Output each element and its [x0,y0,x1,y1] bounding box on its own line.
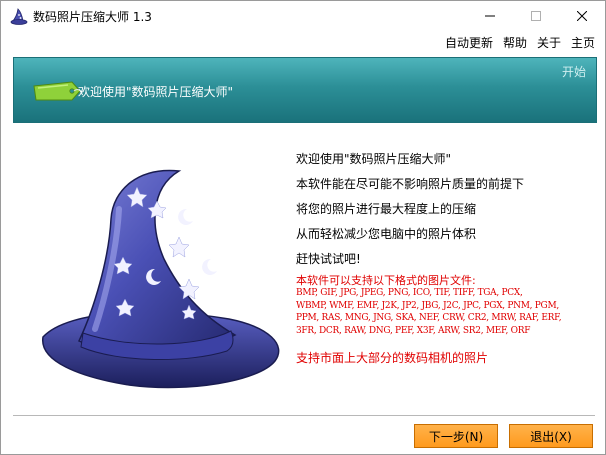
wizard-hat-icon [10,8,28,25]
menu-auto-update[interactable]: 自动更新 [445,34,493,52]
menu-help[interactable]: 帮助 [503,34,527,52]
price-tag-icon [33,81,84,101]
info-panel: 欢迎使用"数码照片压缩大师" 本软件能在尽可能不影响照片质量的前提下 将您的照片… [296,151,596,366]
banner-welcome-text: 欢迎使用"数码照片压缩大师" [78,85,234,99]
app-window: 数码照片压缩大师 1.3 自动更新 帮助 关于 主页 欢迎使用"数码照片压缩大师… [0,0,606,455]
menu-homepage[interactable]: 主页 [571,34,595,52]
banner-start-label: 开始 [561,65,586,79]
menu-about[interactable]: 关于 [537,34,561,52]
title-bar[interactable]: 数码照片压缩大师 1.3 [1,1,605,31]
menu-bar: 自动更新 帮助 关于 主页 [445,34,595,52]
info-line: 将您的照片进行最大程度上的压缩 [296,202,477,216]
minimize-button[interactable] [467,1,513,31]
close-icon [577,11,587,21]
header-banner: 欢迎使用"数码照片压缩大师" 开始 [13,57,597,123]
maximize-button[interactable] [513,1,559,31]
maximize-icon [531,11,541,21]
formats-list: BMP, GIF, JPG, JPEG, PNG, ICO, TIF, TIFF… [296,288,562,336]
close-button[interactable] [559,1,605,31]
next-button[interactable]: 下一步(N) [414,424,498,448]
info-line: 从而轻松减少您电脑中的照片体积 [296,227,477,241]
wizard-hat-illustration [42,169,280,389]
info-line: 赶快试试吧! [296,252,361,266]
window-title: 数码照片压缩大师 1.3 [33,10,152,24]
info-line: 欢迎使用"数码照片压缩大师" [296,152,452,166]
formats-title: 本软件可以支持以下格式的图片文件: [296,274,476,287]
info-line: 本软件能在尽可能不影响照片质量的前提下 [296,177,525,191]
camera-support-text: 支持市面上大部分的数码相机的照片 [296,351,489,365]
exit-button[interactable]: 退出(X) [509,424,593,448]
minimize-icon [485,15,495,17]
footer-divider [13,415,595,416]
